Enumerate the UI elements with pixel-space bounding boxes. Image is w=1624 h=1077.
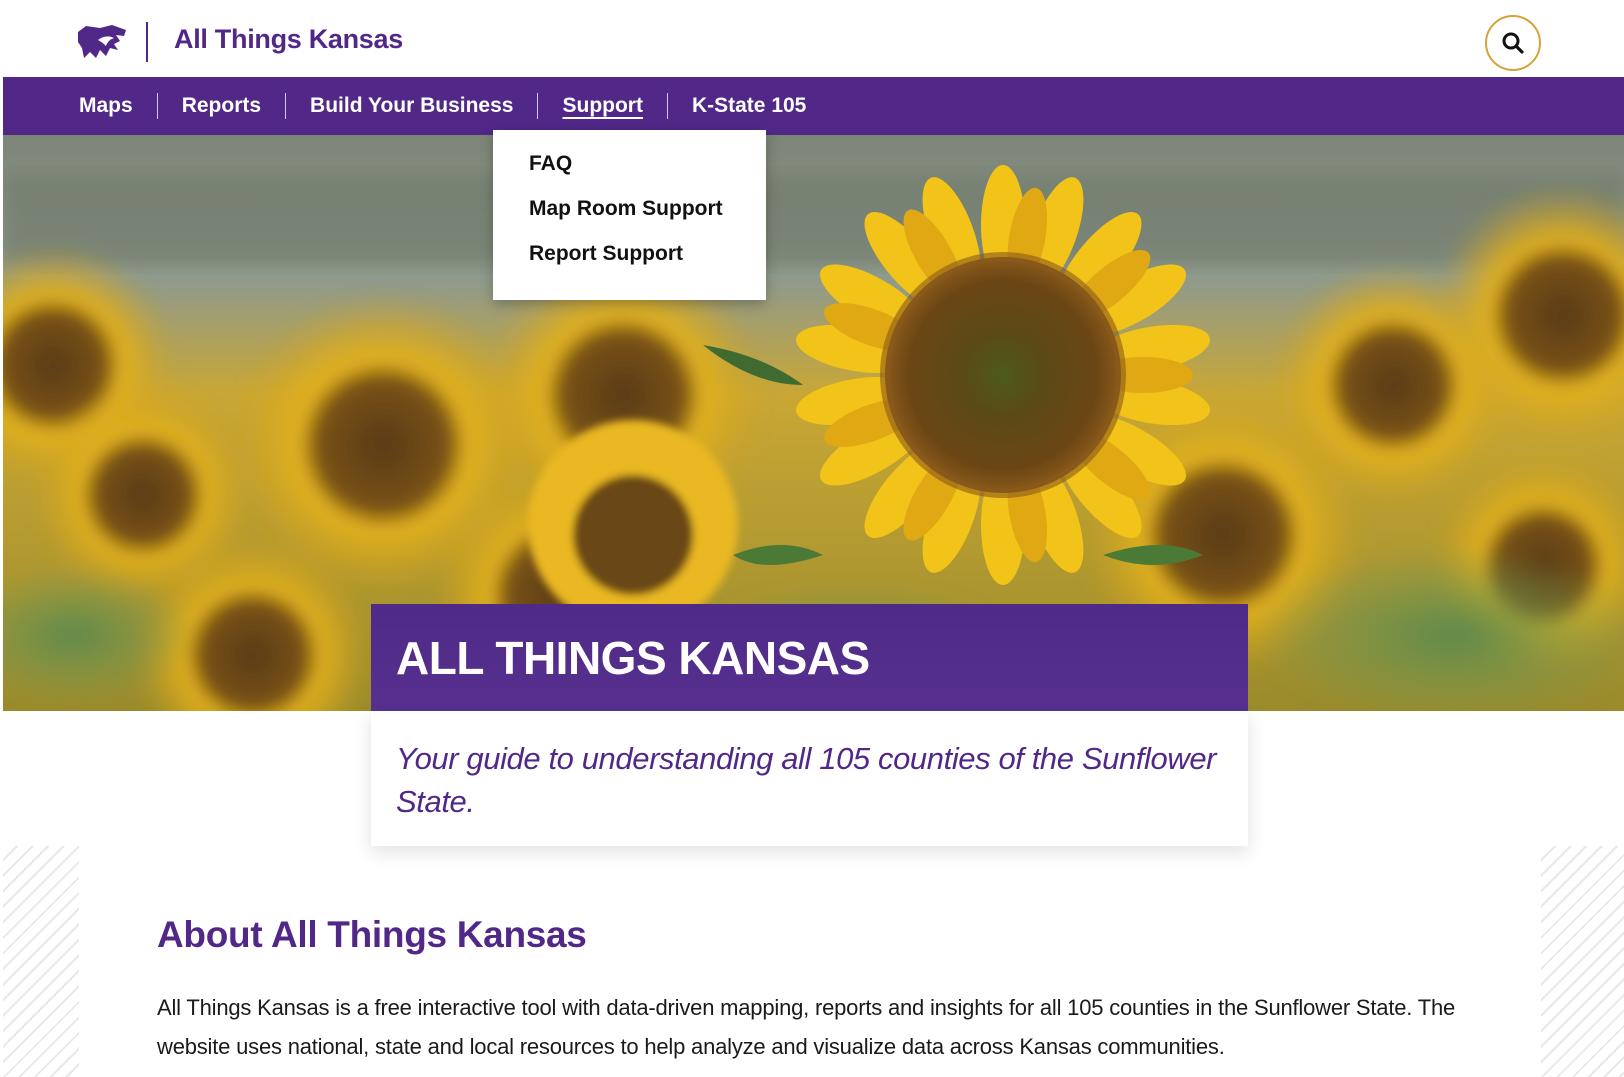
about-paragraph: All Things Kansas is a free interactive …: [157, 995, 1456, 1059]
logo-divider: [146, 22, 148, 62]
decorative-stripes-right: [1541, 846, 1624, 1077]
nav-item-label: K-State 105: [691, 94, 807, 117]
hero-title: ALL THINGS KANSAS: [396, 631, 870, 684]
nav-item-label: Support: [562, 94, 643, 117]
search-button[interactable]: [1485, 15, 1541, 71]
nav-item-maps[interactable]: Maps: [79, 77, 157, 135]
nav-item-support[interactable]: Support: [538, 77, 666, 135]
nav-item-label: Build Your Business: [310, 94, 514, 117]
hero-tagline: Your guide to understanding all 105 coun…: [396, 741, 1217, 819]
decorative-stripes-left: [3, 846, 79, 1077]
dropdown-item-map-room-support[interactable]: Map Room Support: [529, 197, 766, 242]
support-dropdown-menu: FAQ Map Room Support Report Support: [493, 130, 766, 300]
main-nav: Maps Reports Build Your Business Support…: [3, 77, 1624, 135]
hero-tagline-box: Your guide to understanding all 105 coun…: [371, 711, 1248, 846]
dropdown-item-faq[interactable]: FAQ: [529, 152, 766, 197]
dropdown-item-report-support[interactable]: Report Support: [529, 242, 766, 287]
about-heading: About All Things Kansas: [157, 914, 587, 955]
hero-title-banner: ALL THINGS KANSAS: [371, 604, 1248, 711]
nav-item-k-state-105[interactable]: K-State 105: [668, 77, 830, 135]
powercat-logo-icon[interactable]: [76, 24, 128, 60]
nav-item-build-your-business[interactable]: Build Your Business: [286, 77, 537, 135]
nav-item-label: Maps: [79, 94, 133, 117]
site-title[interactable]: All Things Kansas: [174, 24, 403, 55]
search-icon: [1502, 32, 1524, 54]
nav-item-reports[interactable]: Reports: [158, 77, 285, 135]
nav-item-label: Reports: [181, 94, 262, 117]
site-header: All Things Kansas: [0, 0, 1624, 77]
